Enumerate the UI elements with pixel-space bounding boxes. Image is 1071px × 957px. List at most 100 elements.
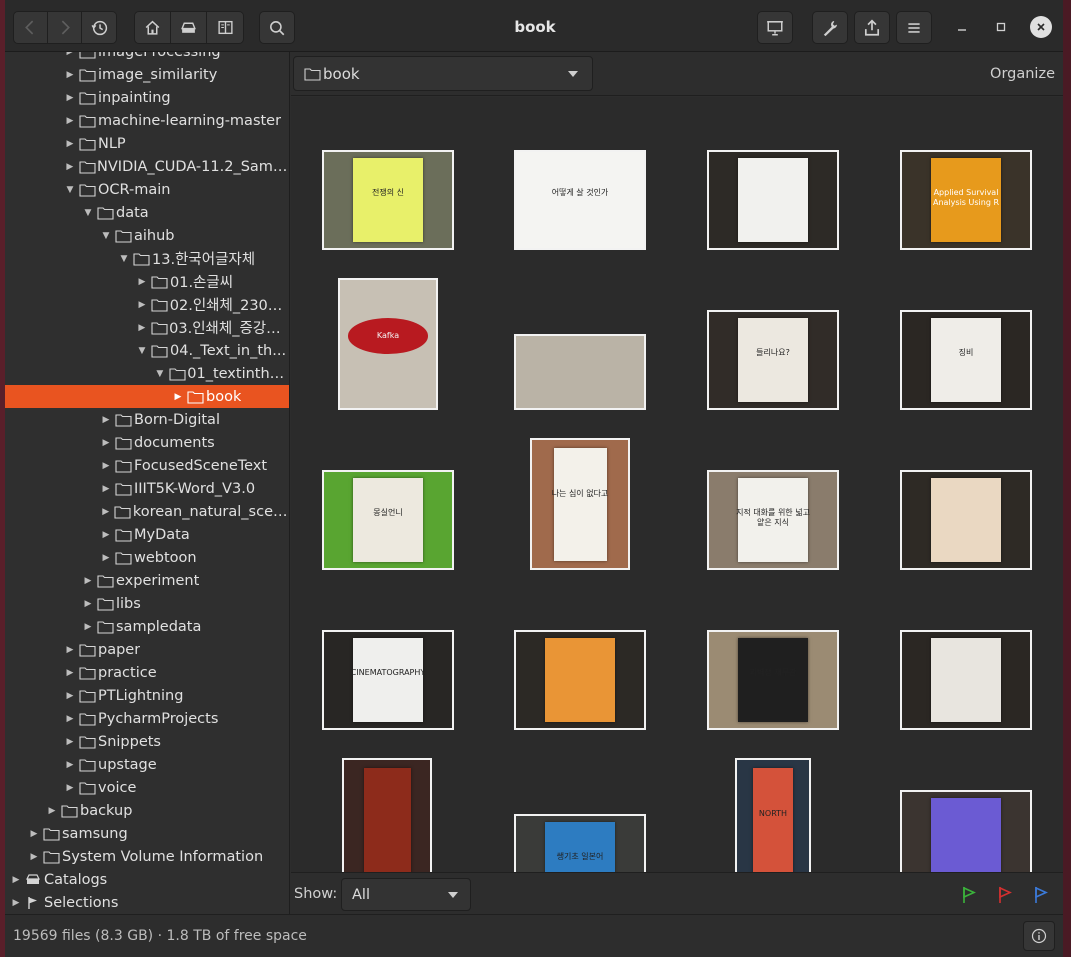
home-button[interactable] (135, 12, 171, 43)
thumbnail[interactable] (514, 630, 646, 730)
chevron-right-icon[interactable]: ▶ (63, 714, 77, 724)
chevron-right-icon[interactable]: ▶ (99, 438, 113, 448)
sidebar-item[interactable]: ▶ documents (5, 431, 289, 454)
close-button[interactable] (1030, 16, 1052, 38)
drive-button[interactable] (171, 12, 207, 43)
thumbnail[interactable]: CINEMATOGRAPHY (322, 630, 454, 730)
forward-button[interactable] (48, 12, 83, 43)
chevron-right-icon[interactable]: ▶ (99, 507, 112, 517)
sidebar-item[interactable]: ▶ experiment (5, 569, 289, 592)
sidebar-item[interactable]: ▶ Catalogs (5, 868, 289, 891)
sidebar-item[interactable]: ▶ PTLightning (5, 684, 289, 707)
sidebar-item[interactable]: ▶ korean_natural_scen... (5, 500, 289, 523)
thumbnail[interactable] (707, 150, 839, 250)
sidebar-item[interactable]: ▶ MyData (5, 523, 289, 546)
chevron-right-icon[interactable]: ▶ (27, 852, 41, 862)
sidebar-item[interactable]: ▶ upstage (5, 753, 289, 776)
thumbnail[interactable]: 쌩기초 일본어 (514, 814, 646, 872)
thumbnail[interactable] (342, 758, 432, 872)
sidebar-item[interactable]: ▶ System Volume Information (5, 845, 289, 868)
thumbnail[interactable]: 징비 (900, 310, 1032, 410)
main-menu-button[interactable] (896, 11, 932, 44)
chevron-right-icon[interactable]: ▶ (171, 392, 185, 402)
thumbnail[interactable]: 괴벽쟁 채무관 (707, 630, 839, 730)
green-flag-icon[interactable] (961, 886, 977, 904)
chevron-right-icon[interactable]: ▶ (63, 93, 77, 103)
sidebar-item[interactable]: ▶ samsung (5, 822, 289, 845)
sidebar-item[interactable]: ▶ FocusedSceneText (5, 454, 289, 477)
chevron-right-icon[interactable]: ▶ (81, 576, 95, 586)
sidebar-item[interactable]: ▼ aihub (5, 224, 289, 247)
sidebar-item[interactable]: ▶ book (5, 385, 289, 408)
bookmarks-button[interactable] (207, 12, 243, 43)
chevron-right-icon[interactable]: ▶ (27, 829, 41, 839)
thumbnail[interactable] (900, 630, 1032, 730)
sidebar-item[interactable]: ▶ Snippets (5, 730, 289, 753)
sidebar-item[interactable]: ▼ 01_textinthe... (5, 362, 289, 385)
sidebar-item[interactable]: ▶ NLP (5, 132, 289, 155)
tools-button[interactable] (812, 11, 848, 44)
maximize-button[interactable] (990, 16, 1012, 38)
sidebar-item[interactable]: ▶ IIIT5K-Word_V3.0 (5, 477, 289, 500)
sidebar-item[interactable]: ▶ sampledata (5, 615, 289, 638)
sidebar-item[interactable]: ▼ 13.한국어글자체 (5, 247, 289, 270)
thumbnail[interactable]: NORTH (735, 758, 811, 872)
thumbnail[interactable]: Kafka (338, 278, 438, 410)
chevron-right-icon[interactable]: ▶ (135, 300, 149, 310)
chevron-right-icon[interactable]: ▶ (63, 70, 77, 80)
sidebar-item[interactable]: ▶ Born-Digital (5, 408, 289, 431)
chevron-right-icon[interactable]: ▶ (63, 116, 77, 126)
chevron-right-icon[interactable]: ▶ (63, 645, 77, 655)
location-dropdown[interactable]: book (293, 56, 593, 91)
sidebar-item[interactable]: ▼ 04._Text_in_th... (5, 339, 289, 362)
thumbnail[interactable]: 나는 심이 없다고 (530, 438, 630, 570)
chevron-down-icon[interactable]: ▼ (99, 231, 113, 241)
thumbnail[interactable]: 몽실언니 (322, 470, 454, 570)
thumbnail[interactable] (900, 790, 1032, 872)
chevron-right-icon[interactable]: ▶ (63, 139, 77, 149)
thumbnail[interactable]: 들리나요? (707, 310, 839, 410)
sidebar-item[interactable]: ▶ image_similarity (5, 63, 289, 86)
chevron-right-icon[interactable]: ▶ (9, 898, 23, 908)
sidebar-item[interactable]: ▶ 02.인쇄체_2307... (5, 293, 289, 316)
presentation-button[interactable] (757, 11, 793, 44)
sidebar-item[interactable]: ▼ OCR-main (5, 178, 289, 201)
thumbnail[interactable]: 전쟁의 신 (322, 150, 454, 250)
organize-button[interactable]: Organize (990, 66, 1055, 82)
chevron-down-icon[interactable]: ▼ (63, 185, 77, 195)
chevron-right-icon[interactable]: ▶ (63, 52, 77, 57)
sidebar-item[interactable]: ▶ inpainting (5, 86, 289, 109)
chevron-right-icon[interactable]: ▶ (99, 484, 113, 494)
chevron-right-icon[interactable]: ▶ (63, 691, 77, 701)
sidebar-item[interactable]: ▶ PycharmProjects (5, 707, 289, 730)
sidebar-item[interactable]: ▶ practice (5, 661, 289, 684)
sidebar-item[interactable]: ▶ 03.인쇄체_증강데... (5, 316, 289, 339)
chevron-right-icon[interactable]: ▶ (63, 668, 77, 678)
sidebar-item[interactable]: ▶ Selections (5, 891, 289, 914)
sidebar-item[interactable]: ▶ machine-learning-master (5, 109, 289, 132)
chevron-down-icon[interactable]: ▼ (153, 369, 167, 379)
share-button[interactable] (854, 11, 890, 44)
sidebar-item[interactable]: ▶ imageProcessing (5, 52, 289, 63)
sidebar-item[interactable]: ▶ paper (5, 638, 289, 661)
chevron-right-icon[interactable]: ▶ (63, 783, 77, 793)
sidebar-item[interactable]: ▶ 01.손글씨 (5, 270, 289, 293)
chevron-right-icon[interactable]: ▶ (99, 461, 113, 471)
chevron-right-icon[interactable]: ▶ (45, 806, 59, 816)
thumbnail[interactable] (900, 470, 1032, 570)
minimize-button[interactable] (951, 16, 973, 38)
chevron-right-icon[interactable]: ▶ (81, 622, 95, 632)
sidebar-item[interactable]: ▶ libs (5, 592, 289, 615)
chevron-right-icon[interactable]: ▶ (63, 162, 77, 172)
chevron-right-icon[interactable]: ▶ (63, 737, 77, 747)
chevron-right-icon[interactable]: ▶ (9, 875, 23, 885)
sidebar-item[interactable]: ▶ NVIDIA_CUDA-11.2_Samp... (5, 155, 289, 178)
chevron-right-icon[interactable]: ▶ (135, 277, 149, 287)
back-button[interactable] (14, 12, 49, 43)
thumbnail[interactable]: Applied Survival Analysis Using R (900, 150, 1032, 250)
thumbnail[interactable] (514, 334, 646, 410)
chevron-down-icon[interactable]: ▼ (81, 208, 95, 218)
sidebar-item[interactable]: ▶ webtoon (5, 546, 289, 569)
chevron-right-icon[interactable]: ▶ (81, 599, 95, 609)
thumbnail[interactable]: 지적 대화를 위한 넓고 얕은 지식 (707, 470, 839, 570)
